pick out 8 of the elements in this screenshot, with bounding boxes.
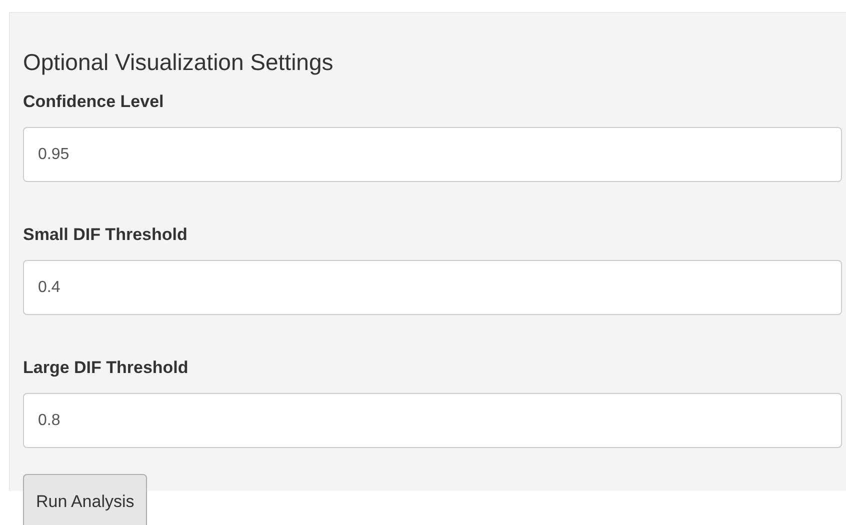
field-label: Small DIF Threshold — [23, 224, 188, 246]
field-label: Large DIF Threshold — [23, 357, 188, 379]
panel-title: Optional Visualization Settings — [23, 48, 334, 77]
input-field[interactable]: 0.95 — [23, 127, 842, 182]
run-analysis-button[interactable]: Run Analysis — [23, 474, 148, 525]
input-field[interactable]: 0.8 — [23, 393, 842, 448]
input-field[interactable]: 0.4 — [23, 260, 842, 315]
field-label: Confidence Level — [23, 91, 164, 113]
